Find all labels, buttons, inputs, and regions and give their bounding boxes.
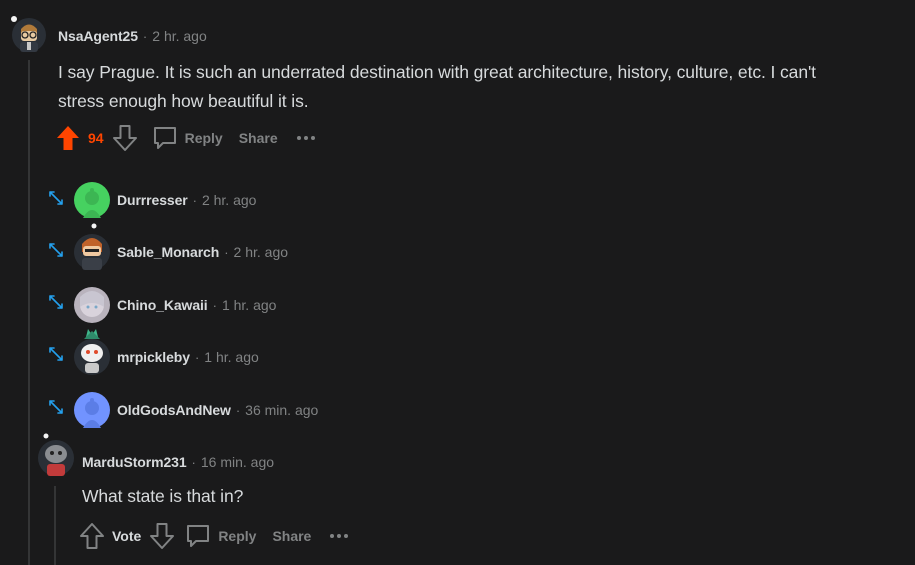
more-dots-icon [330, 534, 349, 538]
share-button[interactable]: Share [272, 528, 311, 544]
reply-button[interactable]: Reply [152, 125, 223, 151]
reply-meta: MarduStorm231 · 16 min. ago [82, 454, 274, 470]
share-label: Share [238, 130, 278, 146]
expand-icon[interactable] [48, 346, 64, 362]
downvote-arrow-icon [112, 125, 137, 151]
reply-body: What state is that in? [82, 486, 244, 506]
upvote-arrow-icon [57, 126, 79, 150]
timestamp[interactable]: 2 hr. ago [202, 192, 257, 208]
comment-bubble-icon [187, 525, 210, 547]
username[interactable]: Durrresser [117, 192, 188, 208]
username[interactable]: NsaAgent25 [58, 28, 138, 44]
timestamp[interactable]: 2 hr. ago [152, 28, 207, 44]
upvote-button[interactable] [79, 522, 105, 550]
upvote-button[interactable] [55, 124, 81, 152]
comment-meta: Chino_Kawaii · 1 hr. ago [117, 297, 276, 313]
comment-action-bar: 94 Reply Share [55, 124, 316, 152]
comment-meta: NsaAgent25 · 2 hr. ago [58, 28, 207, 44]
more-dots-icon [296, 136, 315, 140]
expand-icon[interactable] [48, 242, 64, 258]
avatar[interactable] [74, 287, 110, 323]
timestamp[interactable]: 1 hr. ago [204, 349, 259, 365]
downvote-button[interactable] [112, 124, 138, 152]
separator-dot: · [224, 244, 229, 260]
comment-bubble-icon [153, 127, 176, 149]
separator-dot: · [192, 192, 197, 208]
expand-icon[interactable] [48, 294, 64, 310]
expand-icon[interactable] [48, 190, 64, 206]
share-label: Share [272, 528, 312, 544]
vote-label: Vote [112, 528, 142, 544]
reply-label: Reply [218, 528, 257, 544]
avatar[interactable] [36, 432, 74, 476]
timestamp[interactable]: 2 hr. ago [234, 244, 289, 260]
separator-dot: · [142, 28, 148, 44]
timestamp[interactable]: 16 min. ago [201, 454, 274, 470]
avatar[interactable] [74, 327, 110, 375]
avatar[interactable] [74, 222, 110, 270]
separator-dot: · [191, 454, 196, 470]
upvote-arrow-icon [80, 523, 104, 549]
more-options-button[interactable] [296, 135, 316, 141]
separator-dot: · [235, 402, 241, 418]
reply-label: Reply [184, 130, 223, 146]
timestamp[interactable]: 1 hr. ago [222, 297, 277, 313]
username[interactable]: OldGodsAndNew [117, 402, 231, 418]
expand-icon[interactable] [48, 399, 64, 415]
timestamp[interactable]: 36 min. ago [245, 402, 318, 418]
comment-meta: Durrresser · 2 hr. ago [117, 192, 256, 208]
vote-count: 94 [88, 130, 104, 146]
more-options-button[interactable] [329, 533, 349, 539]
separator-dot: · [194, 349, 200, 365]
username[interactable]: Chino_Kawaii [117, 297, 208, 313]
avatar[interactable] [74, 182, 110, 218]
downvote-button[interactable] [149, 522, 175, 550]
username[interactable]: Sable_Monarch [117, 244, 219, 260]
reply-action-bar: Vote Reply Share [79, 522, 349, 550]
comment-meta: OldGodsAndNew · 36 min. ago [117, 402, 318, 418]
avatar[interactable] [11, 16, 47, 52]
comment-meta: mrpickleby · 1 hr. ago [117, 349, 259, 365]
username[interactable]: mrpickleby [117, 349, 190, 365]
username[interactable]: MarduStorm231 [82, 454, 187, 470]
comment-meta: Sable_Monarch · 2 hr. ago [117, 244, 288, 260]
avatar[interactable] [74, 392, 110, 428]
separator-dot: · [212, 297, 217, 313]
reply-button[interactable]: Reply [185, 523, 256, 549]
downvote-arrow-icon [150, 523, 175, 549]
comment-body: I say Prague. It is such an underrated d… [58, 62, 816, 111]
thread-line-reply[interactable] [54, 486, 56, 565]
thread-line-main[interactable] [28, 60, 30, 565]
share-button[interactable]: Share [239, 130, 278, 146]
